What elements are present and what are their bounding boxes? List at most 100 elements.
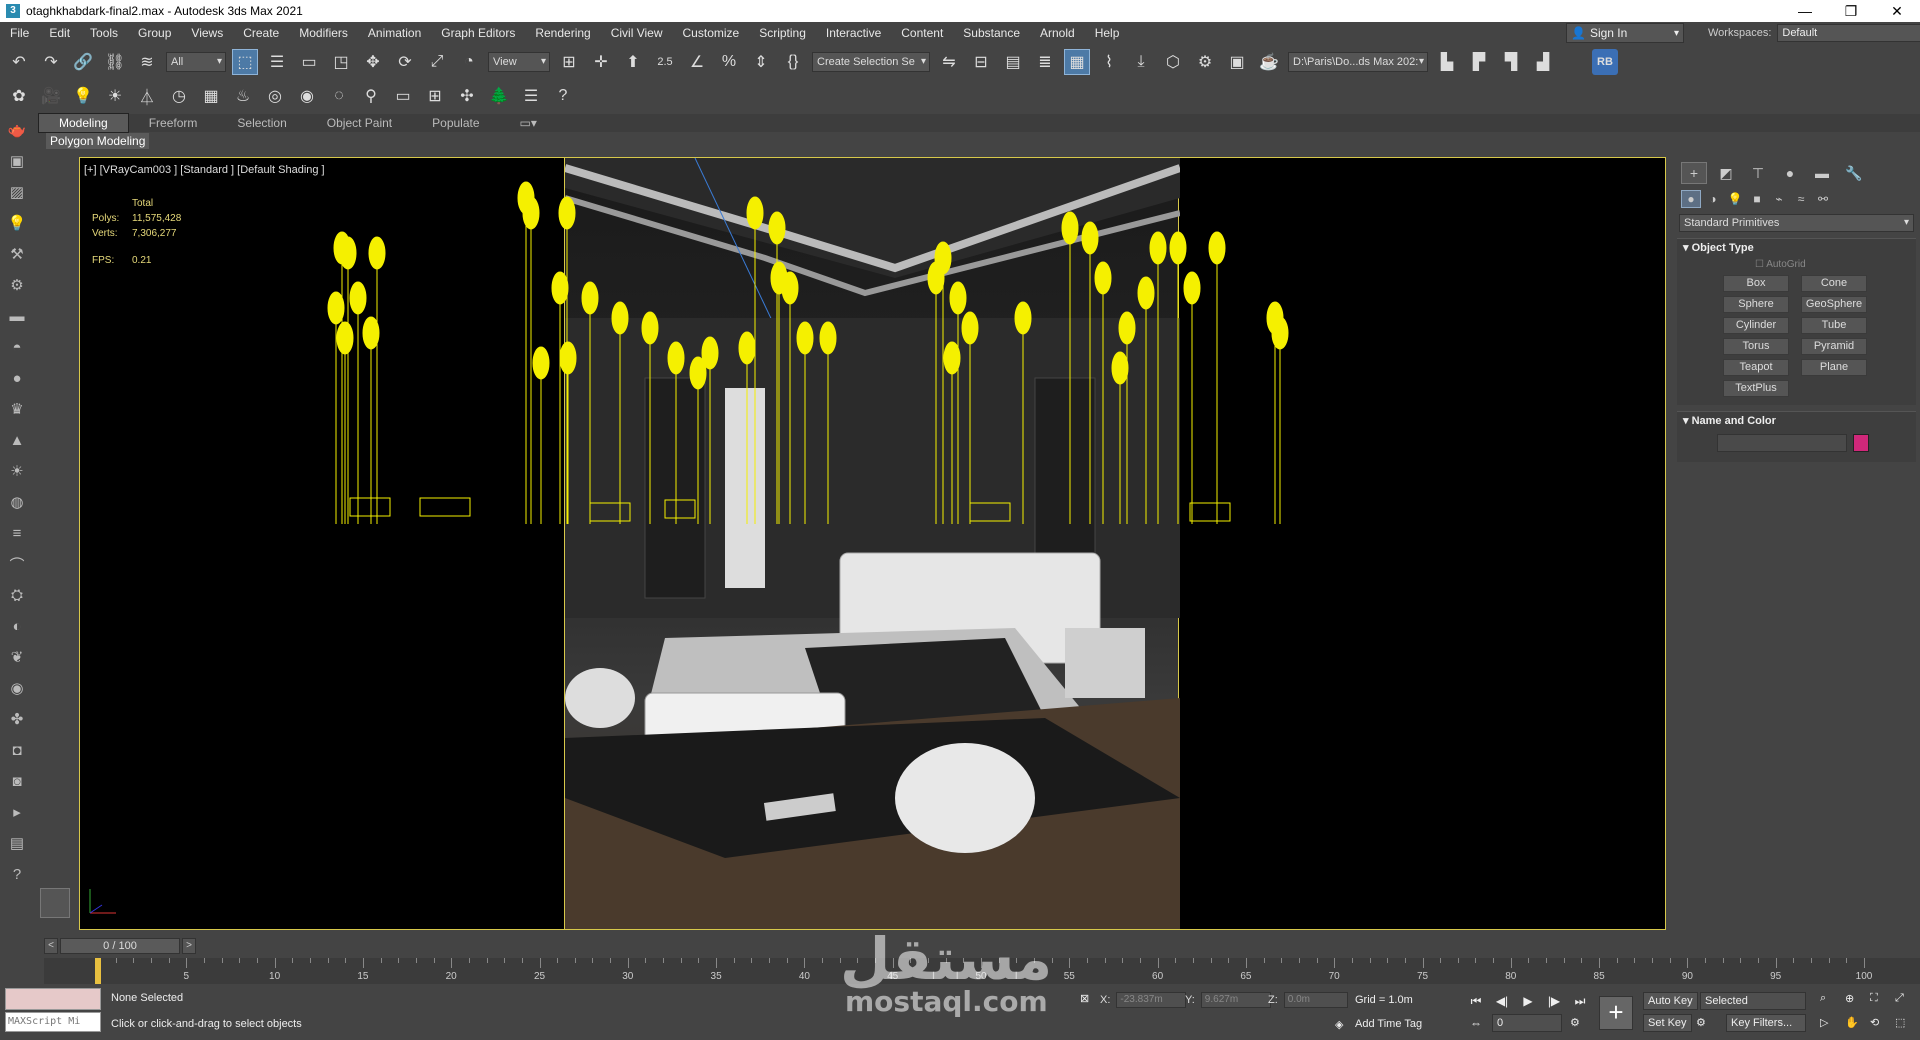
forest-icon[interactable]: 🌲 [486,83,512,109]
cone-prim-icon[interactable]: ▲ [4,428,30,452]
orbit-icon[interactable]: ⟲ [1870,1016,1879,1029]
crown-icon[interactable]: ♛ [4,397,30,421]
sun-icon[interactable]: ☀ [4,459,30,483]
expand-arrow-icon[interactable]: ▸ [4,800,30,824]
primitive-cone-button[interactable]: Cone [1801,275,1867,292]
selected-dropdown[interactable]: Selected [1700,992,1806,1010]
hierarchy-tab-icon[interactable]: ⊤ [1745,162,1771,184]
light-gizmo[interactable] [581,281,599,524]
motion-tab-icon[interactable]: ● [1777,162,1803,184]
menu-edit[interactable]: Edit [39,22,80,44]
render-icon[interactable]: ☕ [1256,49,1282,75]
prev-frame-icon[interactable]: < [44,938,58,954]
menu-content[interactable]: Content [891,22,953,44]
prev-key-icon[interactable]: ◀| [1492,992,1512,1010]
edit-named-sel-icon[interactable]: {} [780,49,806,75]
systems-sub-icon[interactable]: ⚯ [1813,190,1833,208]
utilities-tab-icon[interactable]: 🔧 [1841,162,1867,184]
vray-material-icon[interactable]: ◉ [294,83,320,109]
rendered-frame-icon[interactable]: ▣ [1224,49,1250,75]
next-frame-icon[interactable]: > [182,938,196,954]
add-time-tag[interactable]: Add Time Tag [1355,1018,1422,1030]
link-icon[interactable]: 🔗 [70,49,96,75]
vray-bulb-icon[interactable]: ⚲ [358,83,384,109]
maxscript-mini-input[interactable]: MAXScript Mi [5,1012,101,1032]
help-icon[interactable]: ? [550,83,576,109]
project-path-dropdown[interactable]: D:\Paris\Do...ds Max 202: [1288,52,1428,72]
vray-frame-buffer-icon[interactable]: ▦ [198,83,224,109]
minimize-button[interactable]: — [1782,0,1828,22]
ribbon-tab-selection[interactable]: Selection [217,114,306,132]
primitive-geosphere-button[interactable]: GeoSphere [1801,296,1867,313]
light-gizmo[interactable] [1271,316,1289,524]
light-gizmo[interactable] [532,346,550,524]
primitive-box-button[interactable]: Box [1723,275,1789,292]
menu-modifiers[interactable]: Modifiers [289,22,358,44]
helpers-icon[interactable]: ⚒ [4,242,30,266]
light-gizmo[interactable] [781,271,799,524]
light-gizmo[interactable] [551,271,569,524]
light-gizmo-base[interactable] [589,502,631,522]
ribbon-tab-modeling[interactable]: Modeling [38,113,129,133]
cloth-icon[interactable]: ⛭ [4,583,30,607]
menu-rendering[interactable]: Rendering [525,22,600,44]
restore-button[interactable]: ❐ [1828,0,1874,22]
vray-proxy-icon[interactable]: ◎ [262,83,288,109]
camera-viewport[interactable]: [+] [VRayCam003 ] [Standard ] [Default S… [79,157,1666,930]
plane-prim-icon[interactable]: ▬ [4,304,30,328]
create-tab-icon[interactable]: + [1681,162,1707,184]
light-gizmo[interactable] [641,311,659,524]
light-gizmo-base[interactable] [969,502,1011,522]
dome-icon[interactable]: ◓ [4,335,30,359]
light-gizmo[interactable] [796,321,814,524]
primitive-category-dropdown[interactable]: Standard Primitives [1679,214,1914,232]
curve-editor-icon[interactable]: ⌇ [1096,49,1122,75]
schematic-view-icon[interactable]: ⤓ [1128,49,1154,75]
menu-tools[interactable]: Tools [80,22,128,44]
workspaces-select[interactable]: Default [1777,24,1920,42]
light-gizmo-base[interactable] [1189,502,1231,522]
zoom-icon[interactable]: ⌕ [1820,992,1826,1005]
light-gizmo[interactable] [1149,231,1167,524]
name-color-title[interactable]: ▾ Name and Color [1677,412,1916,430]
ref-coord-dropdown[interactable]: View [488,52,550,72]
placement-icon[interactable]: ◔ [456,49,482,75]
selection-filter-dropdown[interactable]: All [166,52,226,72]
light-gizmo[interactable] [1183,271,1201,524]
polygon-modeling-panel[interactable]: Polygon Modeling [46,133,150,149]
fov-icon[interactable]: ▷ [1820,1016,1828,1029]
light-gizmo[interactable] [349,281,367,524]
maximize-viewport-icon[interactable]: ⬚ [1895,1016,1905,1029]
light-gizmo[interactable] [1137,276,1155,524]
image-icon[interactable]: ▨ [4,180,30,204]
cameras-icon[interactable]: ■ [1747,190,1767,208]
light-gizmo[interactable] [927,261,945,524]
mirror-icon[interactable]: ⇋ [936,49,962,75]
vray-sun-icon[interactable]: ☀ [102,83,128,109]
zoom-extents-all-icon[interactable]: ⤢ [1895,992,1904,1005]
unlink-icon[interactable]: ⛓ [102,49,128,75]
align-icon[interactable]: ⊟ [968,49,994,75]
ribbon-options-icon[interactable]: ▭▾ [500,114,557,132]
autogrid-checkbox[interactable]: ☐ AutoGrid [1677,257,1916,273]
primitive-tube-button[interactable]: Tube [1801,317,1867,334]
window-icon[interactable]: ◙ [4,769,30,793]
light-gizmo[interactable] [738,331,756,524]
menu-arnold[interactable]: Arnold [1030,22,1085,44]
light-gizmo[interactable] [1118,311,1136,524]
select-by-name-icon[interactable]: ☰ [264,49,290,75]
set-key-button[interactable]: Set Key [1643,1014,1692,1032]
next-key-icon[interactable]: |▶ [1544,992,1564,1010]
menu-interactive[interactable]: Interactive [816,22,891,44]
menu-scripting[interactable]: Scripting [749,22,816,44]
document-icon[interactable]: ▤ [4,831,30,855]
shapes-icon[interactable]: ◑ [1703,190,1723,208]
vray-scatter-icon[interactable]: ✣ [454,83,480,109]
light-gizmo[interactable] [1169,231,1187,524]
light-gizmo-base[interactable] [419,497,471,517]
spinner-snap-icon[interactable]: ⇕ [748,49,774,75]
menu-graph-editors[interactable]: Graph Editors [431,22,525,44]
light-gizmo[interactable] [1208,231,1226,524]
light-gizmo-base[interactable] [664,499,696,519]
rotate-icon[interactable]: ⟳ [392,49,418,75]
